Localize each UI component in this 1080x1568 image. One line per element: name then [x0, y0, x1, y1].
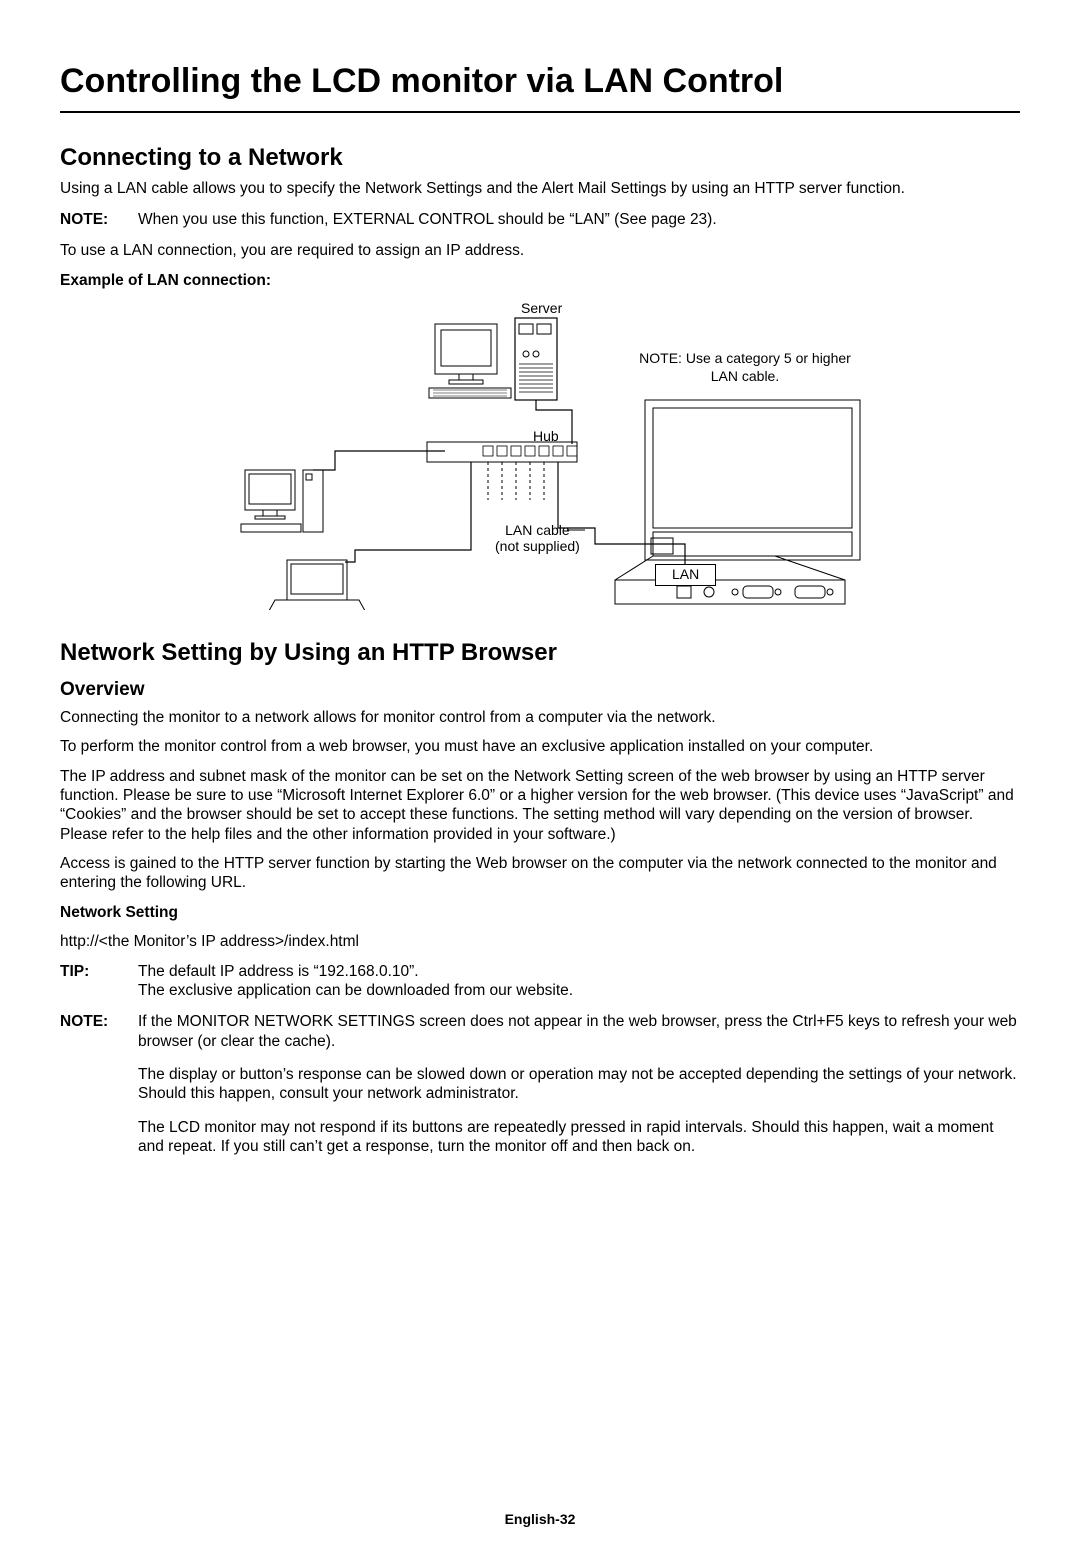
diagram-label-cable: LAN cable (not supplied): [495, 522, 580, 554]
note2-body: If the MONITOR NETWORK SETTINGS screen d…: [138, 1012, 1020, 1170]
example-label: Example of LAN connection:: [60, 271, 1020, 290]
network-setting-label: Network Setting: [60, 903, 1020, 922]
lan-diagram-svg: [215, 300, 865, 610]
note-block: NOTE: When you use this function, EXTERN…: [60, 210, 1020, 229]
intro-paragraph: Using a LAN cable allows you to specify …: [60, 179, 1020, 198]
note2-p3: The LCD monitor may not respond if its b…: [138, 1118, 1020, 1157]
ip-required-paragraph: To use a LAN connection, you are require…: [60, 241, 1020, 260]
tip-line2: The exclusive application can be downloa…: [138, 981, 1020, 1000]
note2-label: NOTE:: [60, 1012, 120, 1170]
diagram-label-cable-line1: LAN cable: [505, 522, 570, 538]
overview-p2: To perform the monitor control from a we…: [60, 737, 1020, 756]
page-title: Controlling the LCD monitor via LAN Cont…: [60, 60, 1020, 103]
overview-p3: The IP address and subnet mask of the mo…: [60, 767, 1020, 845]
note2-p2: The display or button’s response can be …: [138, 1065, 1020, 1104]
note2-p1: If the MONITOR NETWORK SETTINGS screen d…: [138, 1012, 1020, 1051]
diagram-label-hub: Hub: [533, 428, 559, 446]
page-footer: English-32: [60, 1511, 1020, 1529]
note2-block: NOTE: If the MONITOR NETWORK SETTINGS sc…: [60, 1012, 1020, 1170]
tip-block: TIP: The default IP address is “192.168.…: [60, 962, 1020, 1001]
diagram-label-cable-line2: (not supplied): [495, 538, 580, 554]
diagram-label-server: Server: [521, 300, 562, 318]
title-rule: [60, 111, 1020, 113]
tip-body: The default IP address is “192.168.0.10”…: [138, 962, 1020, 1001]
tip-label: TIP:: [60, 962, 120, 1001]
network-setting-url: http://<the Monitor’s IP address>/index.…: [60, 932, 1020, 951]
section-heading-network-setting: Network Setting by Using an HTTP Browser: [60, 638, 1020, 668]
diagram-label-lan: LAN: [655, 564, 716, 586]
overview-heading: Overview: [60, 678, 1020, 702]
lan-diagram-wrap: Server Hub LAN cable (not supplied) LAN …: [60, 300, 1020, 610]
note-label: NOTE:: [60, 210, 120, 229]
note-body: When you use this function, EXTERNAL CON…: [138, 210, 1020, 229]
diagram-note-cable: NOTE: Use a category 5 or higher LAN cab…: [625, 350, 865, 385]
overview-p1: Connecting the monitor to a network allo…: [60, 708, 1020, 727]
overview-p4: Access is gained to the HTTP server func…: [60, 854, 1020, 893]
lan-diagram: Server Hub LAN cable (not supplied) LAN …: [215, 300, 865, 610]
section-heading-connecting: Connecting to a Network: [60, 143, 1020, 173]
tip-line1: The default IP address is “192.168.0.10”…: [138, 962, 1020, 981]
